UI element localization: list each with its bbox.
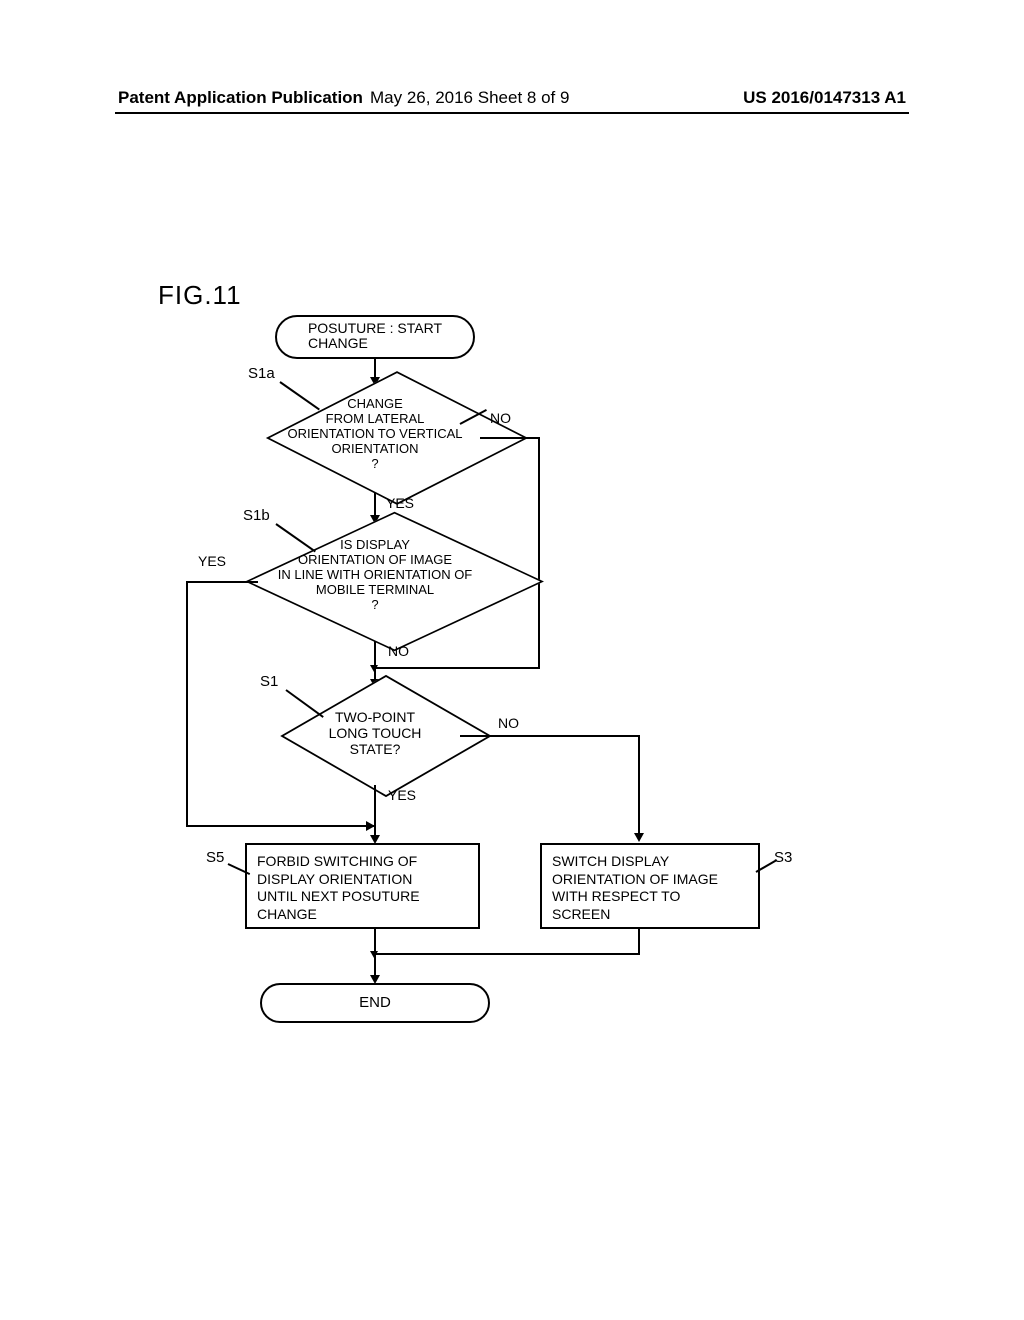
step-label-s5: S5 (206, 849, 224, 866)
arrow-down-icon (370, 951, 378, 958)
arrow-down-icon (634, 833, 644, 842)
connector (460, 735, 640, 737)
decision-s1: TWO-POINT LONG TOUCH STATE? (285, 687, 465, 787)
end-node: END (260, 983, 490, 1023)
start-line2: CHANGE (308, 335, 368, 351)
connector (374, 785, 376, 839)
connector (538, 437, 540, 669)
decision-s1a: CHANGE FROM LATERAL ORIENTATION TO VERTI… (265, 383, 485, 493)
connector (186, 825, 374, 827)
connector (638, 735, 640, 835)
arrow-down-icon (370, 665, 378, 672)
step-label-s1a: S1a (248, 365, 275, 382)
start-line1: POSUTURE (308, 320, 386, 336)
branch-no-s1a: NO (490, 410, 511, 426)
connector (638, 929, 640, 955)
branch-no-s1: NO (498, 715, 519, 731)
flowchart: POSUTURE : START CHANGE CHANGE FROM LATE… (180, 315, 880, 1075)
process-s5: FORBID SWITCHING OF DISPLAY ORIENTATION … (245, 843, 480, 929)
decision-s1b: IS DISPLAY ORIENTATION OF IMAGE IN LINE … (245, 522, 505, 642)
header-right: US 2016/0147313 A1 (743, 88, 906, 108)
step-label-s3: S3 (774, 849, 792, 866)
header-left: Patent Application Publication (118, 88, 363, 108)
header-center: May 26, 2016 Sheet 8 of 9 (370, 88, 569, 108)
process-s3: SWITCH DISPLAY ORIENTATION OF IMAGE WITH… (540, 843, 760, 929)
connector (376, 953, 640, 955)
connector (374, 359, 376, 379)
header-rule (115, 112, 909, 114)
branch-no-s1b: NO (388, 643, 409, 659)
connector (376, 667, 540, 669)
step-label-s1b: S1b (243, 507, 270, 524)
branch-yes-s1: YES (388, 787, 416, 803)
process-s5-text: FORBID SWITCHING OF DISPLAY ORIENTATION … (257, 853, 420, 922)
start-node: POSUTURE : START CHANGE (275, 315, 475, 359)
connector (480, 437, 540, 439)
connector (186, 581, 188, 827)
branch-yes-s1b: YES (198, 553, 226, 569)
end-text: END (359, 994, 391, 1011)
step-label-s1: S1 (260, 673, 278, 690)
figure-label: FIG.11 (158, 280, 242, 311)
branch-yes-s1a: YES (386, 495, 414, 511)
connector (374, 493, 376, 517)
connector (186, 581, 258, 583)
start-token: : START (390, 320, 442, 336)
process-s3-text: SWITCH DISPLAY ORIENTATION OF IMAGE WITH… (552, 853, 718, 922)
